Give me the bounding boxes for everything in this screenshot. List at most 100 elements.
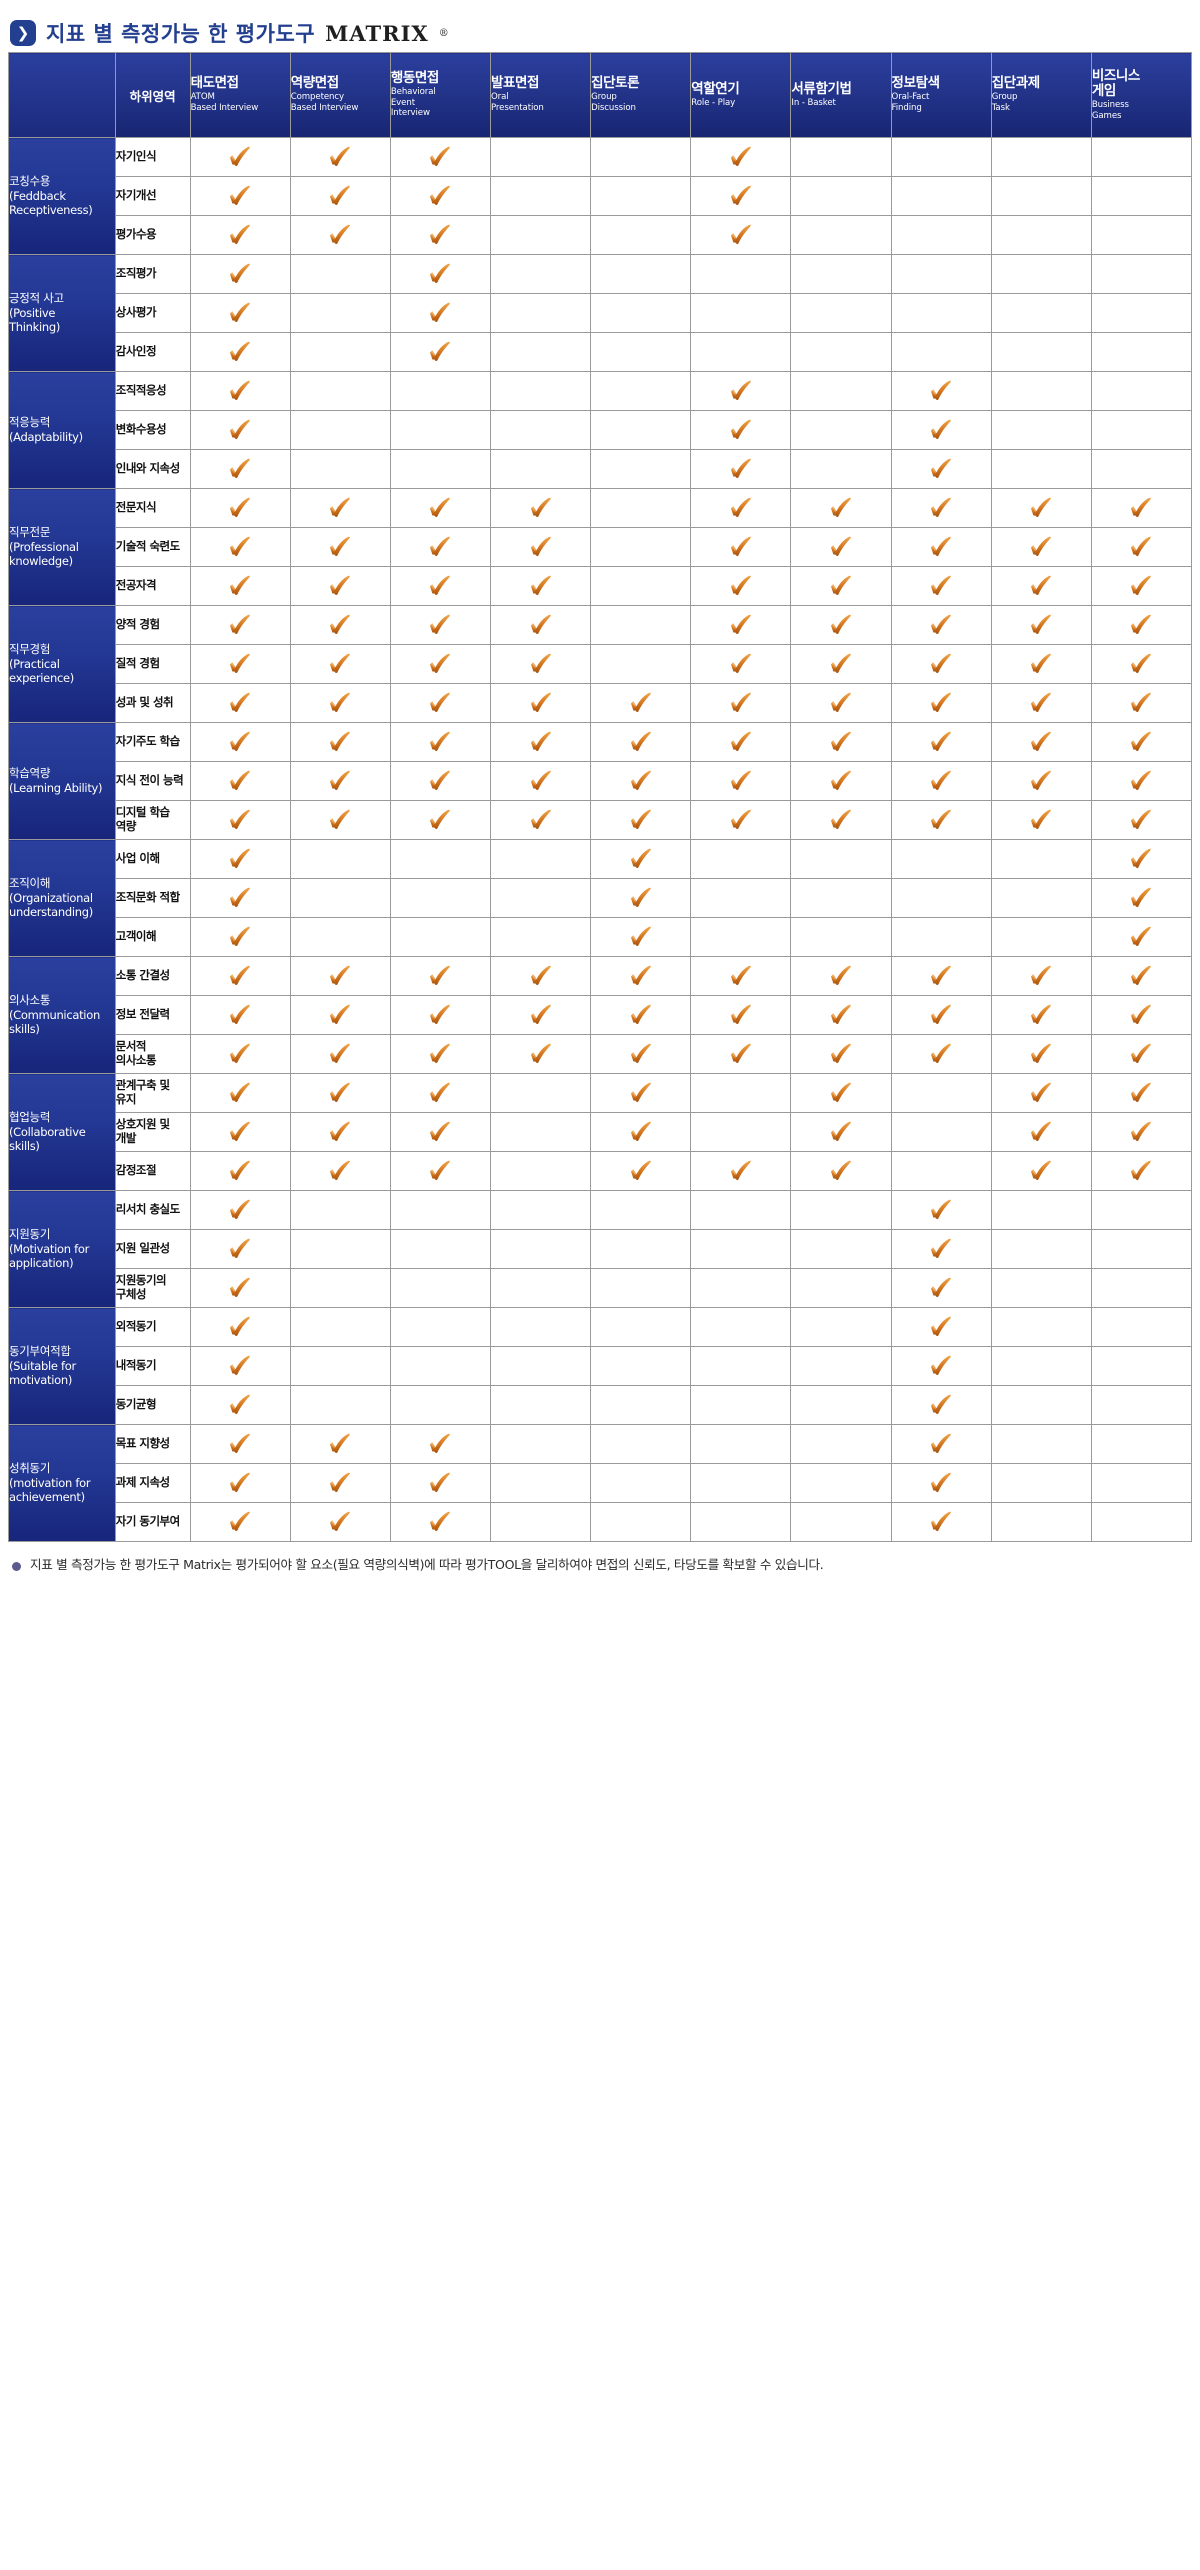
matrix-cell-empty bbox=[590, 566, 692, 606]
check-mark-icon bbox=[225, 846, 255, 872]
check-mark-icon bbox=[1026, 612, 1056, 638]
matrix-cell-checked bbox=[1090, 488, 1193, 528]
matrix-cell-checked bbox=[189, 683, 291, 723]
check-mark-icon bbox=[225, 1509, 255, 1535]
check-mark-icon bbox=[425, 807, 455, 833]
header-tool-kr: 집단과제 bbox=[991, 75, 1040, 92]
matrix-cell-empty bbox=[289, 332, 391, 372]
matrix-cell-checked bbox=[189, 1385, 291, 1425]
matrix-cell-empty bbox=[1090, 410, 1193, 450]
header-tool-8: 정보탐색 Oral-Fact Finding bbox=[890, 52, 992, 138]
table-row: 동기부여적합 (Suitable for motivation) 외적동기 bbox=[8, 1307, 1193, 1425]
matrix-cell-empty bbox=[590, 1229, 692, 1269]
matrix-cell-empty bbox=[1090, 1502, 1193, 1542]
matrix-cell-empty bbox=[289, 254, 391, 294]
subarea-cell: 감사인정 bbox=[114, 332, 191, 372]
header-tool-kr: 정보탐색 bbox=[891, 75, 940, 92]
matrix-cell-empty bbox=[790, 293, 892, 333]
matrix-cell-empty bbox=[990, 1346, 1092, 1386]
matrix-cell-checked bbox=[890, 1229, 992, 1269]
category-cell-12: 성취동기 (motivation for achievement) bbox=[8, 1424, 116, 1542]
matrix-table-wrapper: 하위영역 태도면접 ATOM Based Interview 역량면접 Compete… bbox=[0, 52, 1200, 1542]
matrix-cell-empty bbox=[990, 176, 1092, 216]
check-mark-icon bbox=[225, 729, 255, 755]
matrix-cell-checked bbox=[590, 1034, 692, 1074]
matrix-cell-empty bbox=[890, 215, 992, 255]
subarea-cell: 자기인식 bbox=[114, 137, 191, 177]
matrix-cell-empty bbox=[990, 1190, 1092, 1230]
matrix-cell-empty bbox=[1090, 1424, 1193, 1464]
check-mark-icon bbox=[325, 768, 355, 794]
check-mark-icon bbox=[826, 573, 856, 599]
matrix-cell-checked bbox=[890, 566, 992, 606]
matrix-cell-checked bbox=[1090, 1112, 1193, 1152]
check-mark-icon bbox=[425, 1080, 455, 1106]
subarea-cell: 자기주도 학습 bbox=[114, 722, 191, 762]
check-mark-icon bbox=[325, 1002, 355, 1028]
category-cell-2: 긍정적 사고 (Positive Thinking) bbox=[8, 254, 116, 372]
matrix-cell-empty bbox=[289, 1268, 391, 1308]
header-tool-7: 서류함기법 In - Basket bbox=[790, 52, 892, 138]
check-mark-icon bbox=[526, 1041, 556, 1067]
matrix-cell-empty bbox=[289, 449, 391, 489]
matrix-cell-empty bbox=[590, 1463, 692, 1503]
matrix-cell-empty bbox=[790, 1424, 892, 1464]
matrix-cell-empty bbox=[690, 1385, 792, 1425]
matrix-cell-checked bbox=[790, 956, 892, 996]
matrix-cell-empty bbox=[990, 1424, 1092, 1464]
check-mark-icon bbox=[826, 1002, 856, 1028]
matrix-cell-empty bbox=[289, 1307, 391, 1347]
matrix-cell-empty bbox=[690, 1073, 792, 1113]
header-tool-4: 발표면접 Oral Presentation bbox=[489, 52, 592, 138]
check-mark-icon bbox=[726, 534, 756, 560]
check-mark-icon bbox=[626, 885, 656, 911]
matrix-cell-empty bbox=[590, 1307, 692, 1347]
matrix-cell-empty bbox=[990, 215, 1092, 255]
matrix-cell-checked bbox=[389, 722, 491, 762]
matrix-cell-checked bbox=[389, 566, 491, 606]
matrix-cell-checked bbox=[990, 761, 1092, 801]
subarea-cell: 소통 간결성 bbox=[114, 956, 191, 996]
matrix-cell-empty bbox=[489, 917, 592, 957]
matrix-cell-checked bbox=[189, 644, 291, 684]
category-label-en: (Learning Ability) bbox=[9, 781, 103, 795]
matrix-cell-checked bbox=[1090, 683, 1193, 723]
check-mark-icon bbox=[926, 1236, 956, 1262]
check-mark-icon bbox=[626, 1041, 656, 1067]
matrix-cell-empty bbox=[790, 1229, 892, 1269]
matrix-cell-empty bbox=[489, 371, 592, 411]
header-tool-en: Group Discussion bbox=[591, 92, 636, 114]
header-tool-en: Oral Presentation bbox=[490, 92, 544, 114]
matrix-cell-checked bbox=[990, 1151, 1092, 1191]
header-tool-9: 집단과제 Group Task bbox=[990, 52, 1092, 138]
check-mark-icon bbox=[626, 1158, 656, 1184]
check-mark-icon bbox=[526, 963, 556, 989]
category-label-kr: 협업능력 bbox=[9, 1109, 51, 1124]
matrix-cell-checked bbox=[189, 215, 291, 255]
check-mark-icon bbox=[425, 1119, 455, 1145]
check-mark-icon bbox=[1026, 1158, 1056, 1184]
table-row: 과제 지속성 bbox=[9, 1463, 1193, 1503]
matrix-cell-checked bbox=[890, 956, 992, 996]
category-label-en: (Adaptability) bbox=[9, 430, 83, 444]
category-label-kr: 적응능력 bbox=[9, 415, 51, 430]
table-row: 상사평가 bbox=[9, 293, 1193, 333]
matrix-cell-checked bbox=[189, 137, 291, 177]
matrix-cell-checked bbox=[590, 800, 692, 840]
matrix-cell-checked bbox=[289, 722, 391, 762]
matrix-cell-checked bbox=[690, 605, 792, 645]
check-mark-icon bbox=[325, 1080, 355, 1106]
subarea-cell: 자기 동기부여 bbox=[114, 1502, 191, 1542]
matrix-cell-checked bbox=[890, 1190, 992, 1230]
check-mark-icon bbox=[325, 1431, 355, 1457]
category-cell-7: 조직이해 (Organizational understanding) bbox=[8, 839, 116, 957]
check-mark-icon bbox=[1026, 573, 1056, 599]
check-mark-icon bbox=[826, 1080, 856, 1106]
check-mark-icon bbox=[726, 378, 756, 404]
subarea-cell: 조직문화 적합 bbox=[114, 878, 191, 918]
matrix-cell-empty bbox=[389, 1346, 491, 1386]
subarea-cell: 외적동기 bbox=[114, 1307, 191, 1347]
check-mark-icon bbox=[325, 222, 355, 248]
check-mark-icon bbox=[425, 1509, 455, 1535]
matrix-cell-empty bbox=[690, 332, 792, 372]
